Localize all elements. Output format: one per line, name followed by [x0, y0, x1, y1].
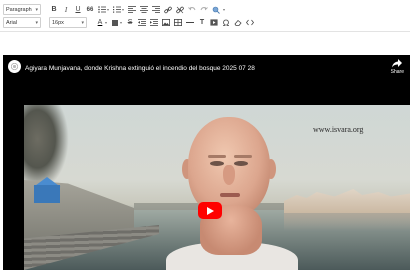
unlink-icon — [176, 6, 184, 13]
highlight-button[interactable] — [110, 17, 120, 28]
horizontal-rule-button[interactable] — [185, 17, 195, 28]
insert-media-button[interactable] — [209, 17, 219, 28]
share-button[interactable]: Share — [391, 59, 404, 75]
link-icon — [164, 6, 172, 13]
horizontal-rule-icon — [186, 22, 195, 23]
bullet-list-button[interactable] — [97, 4, 107, 15]
highlight-icon — [112, 19, 119, 26]
play-button[interactable] — [198, 202, 222, 219]
source-code-button[interactable] — [245, 17, 255, 28]
image-icon — [162, 19, 171, 26]
align-left-button[interactable] — [127, 4, 137, 15]
chevron-down-icon[interactable]: ▾ — [107, 7, 109, 12]
chevron-down-icon: ▾ — [81, 19, 84, 26]
indent-icon — [150, 19, 159, 26]
strikethrough-button[interactable]: S — [125, 17, 135, 28]
numbered-list-icon — [113, 6, 122, 13]
redo-button[interactable] — [199, 4, 209, 15]
italic-button[interactable]: I — [61, 4, 71, 15]
special-character-button[interactable] — [221, 17, 231, 28]
outdent-icon — [138, 19, 147, 26]
unlink-button[interactable] — [175, 4, 185, 15]
font-color-button[interactable]: A — [95, 17, 105, 28]
video-icon — [210, 19, 218, 26]
block-format-select[interactable]: Paragraph ▾ — [3, 4, 41, 15]
align-center-button[interactable] — [139, 4, 149, 15]
code-icon — [246, 19, 255, 26]
undo-icon — [188, 6, 196, 11]
numbered-list-button[interactable] — [112, 4, 122, 15]
font-size-value: 16px — [52, 19, 64, 26]
omega-icon — [223, 19, 230, 26]
toolbar-row-2: Arial ▾ 16px ▾ A ▾ ▾ S T — [3, 16, 255, 29]
align-left-icon — [128, 6, 137, 13]
font-size-select[interactable]: 16px ▾ — [49, 17, 87, 28]
table-icon — [174, 19, 183, 26]
chevron-down-icon: ▾ — [35, 6, 38, 13]
chevron-down-icon: ▾ — [35, 19, 38, 26]
font-family-select[interactable]: Arial ▾ — [3, 17, 41, 28]
video-title[interactable]: Agiyara Munjavana, donde Krishna extingu… — [25, 65, 255, 72]
link-button[interactable] — [163, 4, 173, 15]
channel-avatar[interactable] — [8, 60, 21, 73]
insert-image-button[interactable] — [161, 17, 171, 28]
clear-formatting-button[interactable] — [233, 17, 243, 28]
watermark-text: www.isvara.org — [313, 125, 364, 134]
underline-button[interactable]: U — [73, 4, 83, 15]
undo-button[interactable] — [187, 4, 197, 15]
eraser-icon — [234, 19, 242, 26]
share-icon — [392, 59, 403, 68]
bold-button[interactable]: B — [49, 4, 59, 15]
editor-toolbar: Paragraph ▾ B I U 66 ▾ ▾ ▾ Arial ▾ 16px … — [0, 0, 410, 32]
align-right-button[interactable] — [151, 4, 161, 15]
chevron-down-icon[interactable]: ▾ — [120, 20, 122, 25]
align-right-icon — [152, 6, 161, 13]
chevron-down-icon[interactable]: ▾ — [122, 7, 124, 12]
search-icon — [212, 6, 220, 14]
toolbar-row-1: Paragraph ▾ B I U 66 ▾ ▾ ▾ — [3, 3, 226, 16]
indent-button[interactable] — [149, 17, 159, 28]
redo-icon — [200, 6, 208, 11]
chevron-down-icon[interactable]: ▾ — [223, 7, 225, 12]
align-center-icon — [140, 6, 149, 13]
outdent-button[interactable] — [137, 17, 147, 28]
block-format-value: Paragraph — [6, 6, 32, 13]
blockquote-button[interactable]: 66 — [85, 4, 95, 15]
video-embed[interactable]: www.isvara.org Agiyara Munjavana, donde … — [3, 55, 410, 270]
font-family-value: Arial — [6, 19, 18, 26]
font-button[interactable]: T — [197, 17, 207, 28]
emoji-search-button[interactable] — [211, 4, 223, 15]
chevron-down-icon[interactable]: ▾ — [105, 20, 107, 25]
presenter — [166, 117, 298, 270]
share-label: Share — [390, 69, 404, 75]
bullet-list-icon — [98, 6, 106, 13]
insert-table-button[interactable] — [173, 17, 183, 28]
play-icon — [207, 206, 214, 215]
